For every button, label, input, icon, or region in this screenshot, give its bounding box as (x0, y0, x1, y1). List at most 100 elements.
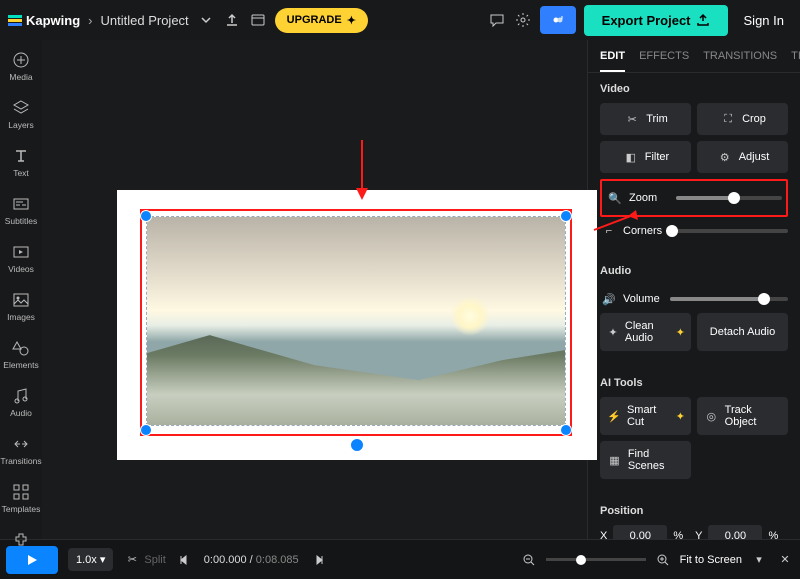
find-scenes-button[interactable]: ▦ Find Scenes (600, 441, 691, 479)
close-icon[interactable]: ✕ (776, 551, 794, 569)
sidebar-item-media[interactable]: Media (0, 48, 42, 84)
annotation-red-box (140, 209, 572, 436)
filter-icon: ◧ (622, 148, 640, 166)
rotate-handle[interactable] (350, 438, 364, 452)
position-section: Position X % Y % (588, 495, 800, 539)
clean-audio-label: Clean Audio (625, 320, 671, 344)
sparkle-icon: ✦ (606, 323, 620, 341)
sidebar-item-transitions[interactable]: Transitions (0, 432, 42, 468)
sidebar-item-subtitles[interactable]: Subtitles (0, 192, 42, 228)
position-y-input[interactable] (708, 525, 762, 539)
tab-edit[interactable]: EDIT (600, 50, 625, 72)
track-object-label: Track Object (725, 404, 782, 428)
upgrade-label: UPGRADE (287, 14, 342, 26)
zoom-controls: Fit to Screen ▾ ✕ (520, 551, 794, 569)
sidebar-label: Images (7, 312, 35, 322)
fit-to-screen-button[interactable]: Fit to Screen (680, 554, 742, 566)
section-title-ai: AI Tools (600, 377, 788, 389)
sidebar-item-videos[interactable]: Videos (0, 240, 42, 276)
breadcrumb-separator: › (88, 13, 92, 28)
section-title-video: Video (600, 83, 788, 95)
video-icon (11, 242, 31, 262)
history-icon[interactable] (249, 11, 267, 29)
tab-effects[interactable]: EFFECTS (639, 50, 689, 72)
gear-icon[interactable] (514, 11, 532, 29)
speed-selector[interactable]: 1.0x ▾ (68, 548, 113, 571)
sidebar-item-elements[interactable]: Elements (0, 336, 42, 372)
logo[interactable]: Kapwing (8, 13, 80, 28)
upload-icon[interactable] (223, 11, 241, 29)
time-display: 0:00.000 / 0:08.085 (204, 554, 299, 566)
canvas-zoom-slider[interactable] (546, 558, 646, 561)
position-x-input[interactable] (613, 525, 667, 539)
zoom-out-icon[interactable] (520, 551, 538, 569)
zoom-slider[interactable] (676, 196, 782, 200)
split-label: Split (144, 554, 165, 566)
sidebar-label: Audio (10, 408, 32, 418)
volume-slider[interactable] (670, 297, 788, 301)
trim-icon: ✂ (623, 110, 641, 128)
resize-handle-tl[interactable] (140, 210, 152, 222)
resize-handle-tr[interactable] (560, 210, 572, 222)
adjust-button[interactable]: ⚙Adjust (697, 141, 788, 173)
current-time: 0:00.000 (204, 554, 247, 566)
image-icon (11, 290, 31, 310)
trim-button[interactable]: ✂ Trim (600, 103, 691, 135)
crop-icon: ⛶ (719, 110, 737, 128)
split-button[interactable]: ✂Split (123, 551, 165, 569)
comment-icon[interactable] (488, 11, 506, 29)
transitions-icon (11, 434, 31, 454)
project-title[interactable]: Untitled Project (101, 13, 189, 28)
upgrade-button[interactable]: UPGRADE ✦ (275, 8, 368, 33)
subtitles-icon (11, 194, 31, 214)
track-object-button[interactable]: ◎Track Object (697, 397, 788, 435)
sidebar-item-layers[interactable]: Layers (0, 96, 42, 132)
speed-label: 1.0x (76, 554, 97, 566)
resize-handle-br[interactable] (560, 424, 572, 436)
detach-audio-button[interactable]: Detach Audio (697, 313, 788, 351)
skip-forward-icon[interactable] (309, 551, 327, 569)
sidebar-label: Elements (3, 360, 38, 370)
section-title-audio: Audio (600, 265, 788, 277)
resize-handle-bl[interactable] (140, 424, 152, 436)
clean-audio-button[interactable]: ✦Clean Audio✦ (600, 313, 691, 351)
chevron-down-icon[interactable] (197, 11, 215, 29)
share-button[interactable] (540, 6, 576, 34)
find-scenes-label: Find Scenes (628, 448, 685, 472)
smart-cut-button[interactable]: ⚡Smart Cut✦ (600, 397, 691, 435)
crop-button[interactable]: ⛶Crop (697, 103, 788, 135)
shapes-icon (11, 338, 31, 358)
tab-timing[interactable]: TIMING (791, 50, 800, 72)
sidebar-label: Videos (8, 264, 34, 274)
canvas-area[interactable] (42, 40, 587, 539)
signin-link[interactable]: Sign In (736, 13, 792, 28)
skip-back-icon[interactable] (176, 551, 194, 569)
trim-label: Trim (646, 113, 668, 125)
export-button[interactable]: Export Project (584, 5, 728, 36)
volume-icon: 🔊 (600, 290, 618, 308)
chevron-down-icon[interactable]: ▾ (750, 551, 768, 569)
play-button[interactable] (6, 546, 58, 574)
zoom-in-icon[interactable] (654, 551, 672, 569)
scenes-icon: ▦ (606, 451, 623, 469)
y-label: Y (695, 530, 702, 539)
bolt-icon: ⚡ (606, 407, 622, 425)
sidebar-item-audio[interactable]: Audio (0, 384, 42, 420)
sidebar-label: Text (13, 168, 29, 178)
panel-tabs: EDIT EFFECTS TRANSITIONS TIMING (588, 40, 800, 73)
sidebar-item-templates[interactable]: Templates (0, 480, 42, 516)
left-sidebar: Media Layers Text Subtitles Videos Image… (0, 40, 42, 539)
sidebar-item-images[interactable]: Images (0, 288, 42, 324)
tab-transitions[interactable]: TRANSITIONS (703, 50, 777, 72)
logo-mark (8, 15, 22, 26)
corners-slider[interactable] (670, 229, 788, 233)
filter-button[interactable]: ◧Filter (600, 141, 691, 173)
zoom-icon: 🔍 (606, 189, 624, 207)
music-icon (11, 386, 31, 406)
sidebar-label: Media (9, 72, 32, 82)
sidebar-item-text[interactable]: Text (0, 144, 42, 180)
smart-cut-label: Smart Cut (627, 404, 671, 428)
annotation-arrow-diag (588, 210, 638, 240)
scissors-icon: ✂ (123, 551, 141, 569)
duration: 0:08.085 (256, 554, 299, 566)
